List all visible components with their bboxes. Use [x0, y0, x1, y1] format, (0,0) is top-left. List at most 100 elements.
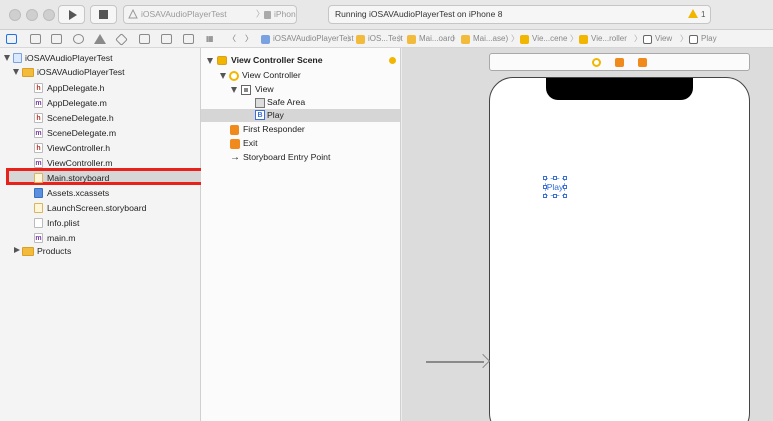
file-label: ViewController.h: [47, 143, 111, 153]
first-responder-icon[interactable]: [615, 58, 624, 67]
outline-first-responder[interactable]: First Responder: [201, 123, 400, 136]
zoom-window-button[interactable]: [43, 9, 55, 21]
folder-icon: [22, 68, 34, 77]
tree-file[interactable]: h AppDelegate.h: [0, 81, 200, 95]
file-label: SceneDelegate.h: [47, 113, 114, 123]
close-window-button[interactable]: [9, 9, 21, 21]
breadcrumb-item[interactable]: View: [655, 30, 672, 47]
file-label: LaunchScreen.storyboard: [47, 203, 147, 213]
exit-icon[interactable]: [638, 58, 647, 67]
tree-file[interactable]: h ViewController.h: [0, 141, 200, 155]
view-controller-icon[interactable]: [592, 58, 601, 67]
resize-handle[interactable]: [563, 194, 567, 198]
issue-icon[interactable]: [94, 34, 106, 44]
file-label: Assets.xcassets: [47, 188, 110, 198]
search-icon[interactable]: [73, 34, 84, 44]
resize-handle[interactable]: [543, 194, 547, 198]
outline-entry-point[interactable]: → Storyboard Entry Point: [201, 151, 400, 164]
crumb-icon: [579, 35, 588, 44]
iphone-notch: [546, 78, 693, 100]
disclosure-open-icon: [220, 73, 226, 79]
breadcrumb-item[interactable]: Mai...oard: [419, 30, 455, 47]
test-icon[interactable]: [115, 33, 128, 46]
resize-handle[interactable]: [543, 176, 547, 180]
tree-project[interactable]: iOSAVAudioPlayerTest: [0, 51, 200, 65]
disclosure-open-icon: [13, 69, 19, 75]
report-icon[interactable]: [183, 34, 194, 44]
folder-icon: [22, 247, 34, 256]
minimize-window-button[interactable]: [26, 9, 38, 21]
disclosure-open-icon: [207, 58, 213, 64]
resize-handle[interactable]: [563, 185, 567, 189]
resize-handle[interactable]: [553, 194, 557, 198]
outline-view[interactable]: View: [201, 83, 400, 96]
activity-status[interactable]: Running iOSAVAudioPlayerTest on iPhone 8…: [328, 5, 711, 24]
warning-count: 1: [701, 10, 706, 19]
source-control-icon[interactable]: [30, 34, 41, 44]
exit-label: Exit: [243, 138, 258, 148]
run-button[interactable]: [58, 5, 85, 24]
status-text: Running iOSAVAudioPlayerTest on iPhone 8: [335, 9, 503, 19]
header-file-icon: h: [34, 83, 43, 93]
outline-scene[interactable]: View Controller Scene: [201, 54, 400, 67]
exit-icon: [230, 139, 240, 149]
file-label: main.m: [47, 233, 76, 243]
outline-exit[interactable]: Exit: [201, 137, 400, 150]
back-icon[interactable]: 〈: [228, 30, 236, 47]
outline-safe-area[interactable]: Safe Area: [201, 96, 400, 109]
warning-icon: [688, 9, 698, 18]
disclosure-open-icon: [231, 87, 237, 93]
resize-handle[interactable]: [563, 176, 567, 180]
play-icon: [69, 10, 77, 20]
breadcrumb-separator: 〉: [398, 34, 406, 43]
tree-file[interactable]: h SceneDelegate.h: [0, 111, 200, 125]
tree-products[interactable]: Products: [0, 244, 200, 258]
tree-file[interactable]: m AppDelegate.m: [0, 96, 200, 110]
storyboard-file-icon: [34, 203, 43, 213]
play-button[interactable]: Play: [545, 179, 565, 195]
breadcrumb-separator: 〉: [511, 34, 519, 43]
iphone-frame[interactable]: [489, 77, 750, 421]
crumb-icon: [643, 35, 652, 44]
group-label: iOSAVAudioPlayerTest: [37, 67, 125, 77]
file-label: SceneDelegate.m: [47, 128, 117, 138]
outline-view-controller[interactable]: View Controller: [201, 69, 400, 82]
folder-icon[interactable]: [6, 34, 17, 44]
crumb-icon: [407, 35, 416, 44]
disclosure-open-icon: [4, 55, 10, 61]
breadcrumb-separator: 〉: [680, 34, 688, 43]
tree-file[interactable]: LaunchScreen.storyboard: [0, 201, 200, 215]
stop-button[interactable]: [90, 5, 117, 24]
scene-icon: [217, 56, 227, 65]
entry-arrow-icon: →: [230, 152, 240, 163]
forward-icon[interactable]: 〉: [245, 30, 253, 47]
plist-file-icon: [34, 218, 43, 228]
breadcrumb-item[interactable]: Vie...roller: [591, 30, 627, 47]
breadcrumb-item[interactable]: iOSAVAudioPlayerTest: [273, 30, 354, 47]
tree-file[interactable]: m SceneDelegate.m: [0, 126, 200, 140]
scheme-app-name: iOSAVAudioPlayerTest: [141, 9, 227, 19]
resize-handle[interactable]: [543, 185, 547, 189]
outline-play-button[interactable]: B Play: [201, 109, 400, 122]
disclosure-closed-icon: [14, 247, 20, 253]
breadcrumb-item[interactable]: Vie...cene: [532, 30, 567, 47]
breadcrumb-item[interactable]: Mai...ase): [473, 30, 508, 47]
debug-icon[interactable]: [139, 34, 150, 44]
stop-icon: [99, 10, 108, 19]
tree-file[interactable]: Info.plist: [0, 216, 200, 230]
view-controller-label: View Controller: [242, 70, 301, 80]
breakpoint-icon[interactable]: [161, 34, 172, 44]
grid-icon[interactable]: ▦: [206, 30, 214, 47]
tree-file[interactable]: Main.storyboard: [0, 171, 200, 185]
view-controller-icon: [229, 71, 239, 81]
tree-group[interactable]: iOSAVAudioPlayerTest: [0, 65, 200, 79]
scheme-selector[interactable]: iOSAVAudioPlayerTest 〉 iPhone 8: [123, 5, 297, 24]
implementation-file-icon: m: [34, 158, 43, 168]
crumb-icon: [689, 35, 698, 44]
tree-file[interactable]: m main.m: [0, 231, 200, 245]
tree-file[interactable]: Assets.xcassets: [0, 186, 200, 200]
tree-file[interactable]: m ViewController.m: [0, 156, 200, 170]
breadcrumb-item[interactable]: Play: [701, 30, 717, 47]
symbol-icon[interactable]: [51, 34, 62, 44]
resize-handle[interactable]: [553, 176, 557, 180]
